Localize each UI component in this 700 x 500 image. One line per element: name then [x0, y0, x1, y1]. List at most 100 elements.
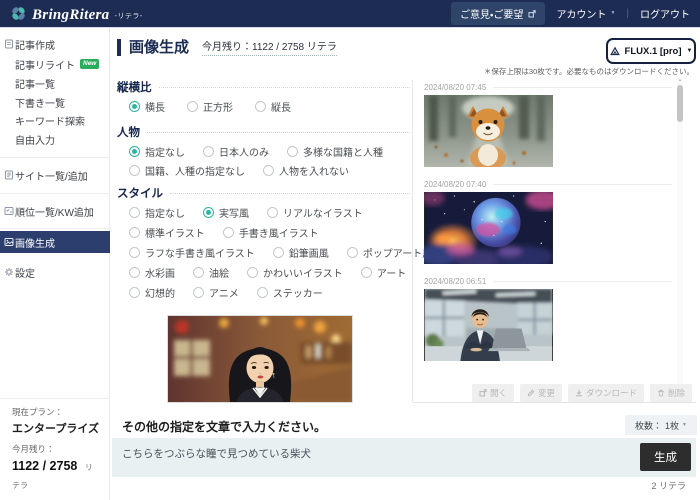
- radio-person-diverse[interactable]: 多様な国籍と人種: [287, 144, 383, 159]
- radio-icon: [129, 247, 140, 258]
- sidebar-item-article-create[interactable]: 記事作成: [0, 34, 110, 54]
- radio-style-oil[interactable]: 油絵: [193, 265, 229, 280]
- preview-image-woman-cafe: [167, 315, 353, 403]
- sidebar-item-article-rewrite[interactable]: 記事リライト New: [0, 54, 110, 74]
- radio-label: 横長: [145, 99, 165, 114]
- chevron-down-icon: ▼: [610, 11, 615, 16]
- account-menu[interactable]: アカウント ▼: [556, 6, 615, 21]
- radio-icon: [267, 207, 278, 218]
- logout-button[interactable]: ログアウト: [640, 6, 690, 21]
- radio-person-unspecified[interactable]: 国籍、人種の指定なし: [129, 163, 245, 178]
- sidebar-item-rank-list[interactable]: 順位一覧/KW追加: [0, 201, 110, 221]
- sidebar-item-image-generation-active[interactable]: 画像生成: [0, 231, 110, 253]
- radio-style-art[interactable]: アート: [361, 265, 406, 280]
- sidebar-item-site-list[interactable]: サイト一覧/追加: [0, 165, 110, 185]
- radio-icon: [129, 287, 140, 298]
- radio-style-fantastic[interactable]: 幻想的: [129, 285, 175, 300]
- radio-style-pencil[interactable]: 鉛筆画風: [273, 245, 329, 260]
- sidebar-item-label: 画像生成: [15, 235, 55, 250]
- radio-style-none[interactable]: 指定なし: [129, 205, 185, 220]
- radio-label: アート: [377, 265, 406, 280]
- storage-limit-note: ＊保存上限は30枚です。必要なものはダウンロードください。: [484, 66, 694, 77]
- gear-icon: [4, 267, 14, 277]
- radio-label: リアルなイラスト: [283, 205, 363, 220]
- open-external-icon: [479, 389, 487, 397]
- image-count-select[interactable]: 枚数： 1枚 ▼: [625, 415, 697, 435]
- panel-divider: [412, 80, 413, 402]
- radio-style-cute-illust[interactable]: かわいいイラスト: [247, 265, 343, 280]
- gallery-scrollbar-track[interactable]: [677, 78, 683, 392]
- scrollbar-up-arrow[interactable]: ▲: [677, 78, 683, 82]
- delete-button[interactable]: 削除: [650, 384, 692, 402]
- radio-style-watercolor[interactable]: 水彩画: [129, 265, 175, 280]
- radio-label: 多様な国籍と人種: [303, 144, 383, 159]
- radio-person-exclude[interactable]: 人物を入れない: [263, 163, 349, 178]
- document-icon: [4, 39, 14, 49]
- chevron-down-icon: ▼: [682, 422, 687, 428]
- radio-label: かわいいイラスト: [263, 265, 343, 280]
- radio-style-photoreal[interactable]: 実写風: [203, 205, 249, 220]
- radio-style-handdrawn-illust[interactable]: 手書き風イラスト: [223, 225, 319, 240]
- aspect-ratio-group-label: 縦横比: [117, 80, 410, 93]
- sidebar-divider: [0, 228, 110, 229]
- sidebar-item-free-input[interactable]: 自由入力: [0, 129, 110, 149]
- radio-person-none[interactable]: 指定なし: [129, 144, 185, 159]
- radio-aspect-portrait[interactable]: 縦長: [255, 99, 291, 114]
- sidebar-item-keyword-research[interactable]: キーワード探索: [0, 110, 110, 130]
- prompt-input-container: こちらをつぶらな瞳で見つめている柴犬: [112, 438, 696, 477]
- sidebar-divider: [0, 193, 110, 194]
- sidebar-item-label: サイト一覧/追加: [15, 168, 88, 183]
- person-options-row2: 国籍、人種の指定なし 人物を入れない: [129, 164, 410, 177]
- radio-style-standard-illust[interactable]: 標準イラスト: [129, 225, 205, 240]
- monthly-remaining-text: 今月残り：1122 / 2758 リテラ: [202, 38, 337, 56]
- download-label: ダウンロード: [586, 387, 637, 399]
- radio-icon: [361, 267, 372, 278]
- page-header: 画像生成 今月残り：1122 / 2758 リテラ: [117, 38, 337, 56]
- radio-label: 鉛筆画風: [289, 245, 329, 260]
- pencil-icon: [527, 389, 535, 397]
- radio-icon: [247, 267, 258, 278]
- radio-aspect-square[interactable]: 正方形: [187, 99, 233, 114]
- radio-icon: [287, 146, 298, 157]
- radio-style-realistic-illust[interactable]: リアルなイラスト: [267, 205, 363, 220]
- download-button[interactable]: ダウンロード: [568, 384, 644, 402]
- sidebar-item-draft-list[interactable]: 下書き一覧: [0, 92, 110, 112]
- sidebar-item-label: 記事一覧: [15, 76, 55, 91]
- generate-button[interactable]: 生成: [640, 443, 691, 471]
- generated-image-shiba-dog[interactable]: [424, 95, 553, 167]
- current-plan-label: 現在プラン：: [12, 406, 99, 418]
- radio-style-anime[interactable]: アニメ: [193, 285, 239, 300]
- section-divider: [413, 402, 696, 403]
- radio-label: ラフな手書き風イラスト: [145, 245, 255, 260]
- radio-label: 国籍、人種の指定なし: [145, 163, 245, 178]
- gallery-scrollbar-thumb[interactable]: [677, 85, 683, 122]
- sidebar-item-settings[interactable]: 設定: [0, 262, 110, 282]
- radio-icon: [187, 101, 198, 112]
- radio-style-popart[interactable]: ポップアート風: [347, 245, 432, 260]
- generated-image-office-man[interactable]: [424, 289, 553, 361]
- open-label: 開く: [490, 387, 507, 399]
- open-button[interactable]: 開く: [472, 384, 514, 402]
- radio-style-rough-handdrawn[interactable]: ラフな手書き風イラスト: [129, 245, 255, 260]
- sidebar-divider: [0, 398, 110, 399]
- radio-label: ポップアート風: [363, 245, 432, 260]
- radio-icon: [193, 287, 204, 298]
- radio-aspect-landscape[interactable]: 横長: [129, 99, 165, 114]
- remaining-credits: 1122 / 2758 リテラ: [12, 457, 99, 493]
- image-icon: [4, 237, 14, 247]
- radio-style-sticker[interactable]: ステッカー: [257, 285, 323, 300]
- sidebar: 記事作成 記事リライト New 記事一覧 下書き一覧 キーワード探索 自由入力 …: [0, 28, 110, 500]
- generated-image-space-fantasy[interactable]: [424, 192, 553, 264]
- sidebar-item-label: 記事作成: [15, 37, 55, 52]
- radio-person-japanese[interactable]: 日本人のみ: [203, 144, 269, 159]
- radio-label: 標準イラスト: [145, 225, 205, 240]
- sidebar-item-article-list[interactable]: 記事一覧: [0, 73, 110, 93]
- radio-icon: [223, 227, 234, 238]
- radio-icon: [129, 207, 140, 218]
- model-selector-dropdown[interactable]: FLUX.1 [pro] ▼: [606, 38, 696, 64]
- radio-icon: [257, 287, 268, 298]
- feedback-button[interactable]: ご意見・ご要望: [451, 2, 545, 25]
- edit-button[interactable]: 変更: [520, 384, 562, 402]
- logo-leaf-icon: [10, 5, 27, 22]
- prompt-textarea[interactable]: こちらをつぶらな瞳で見つめている柴犬: [112, 438, 622, 477]
